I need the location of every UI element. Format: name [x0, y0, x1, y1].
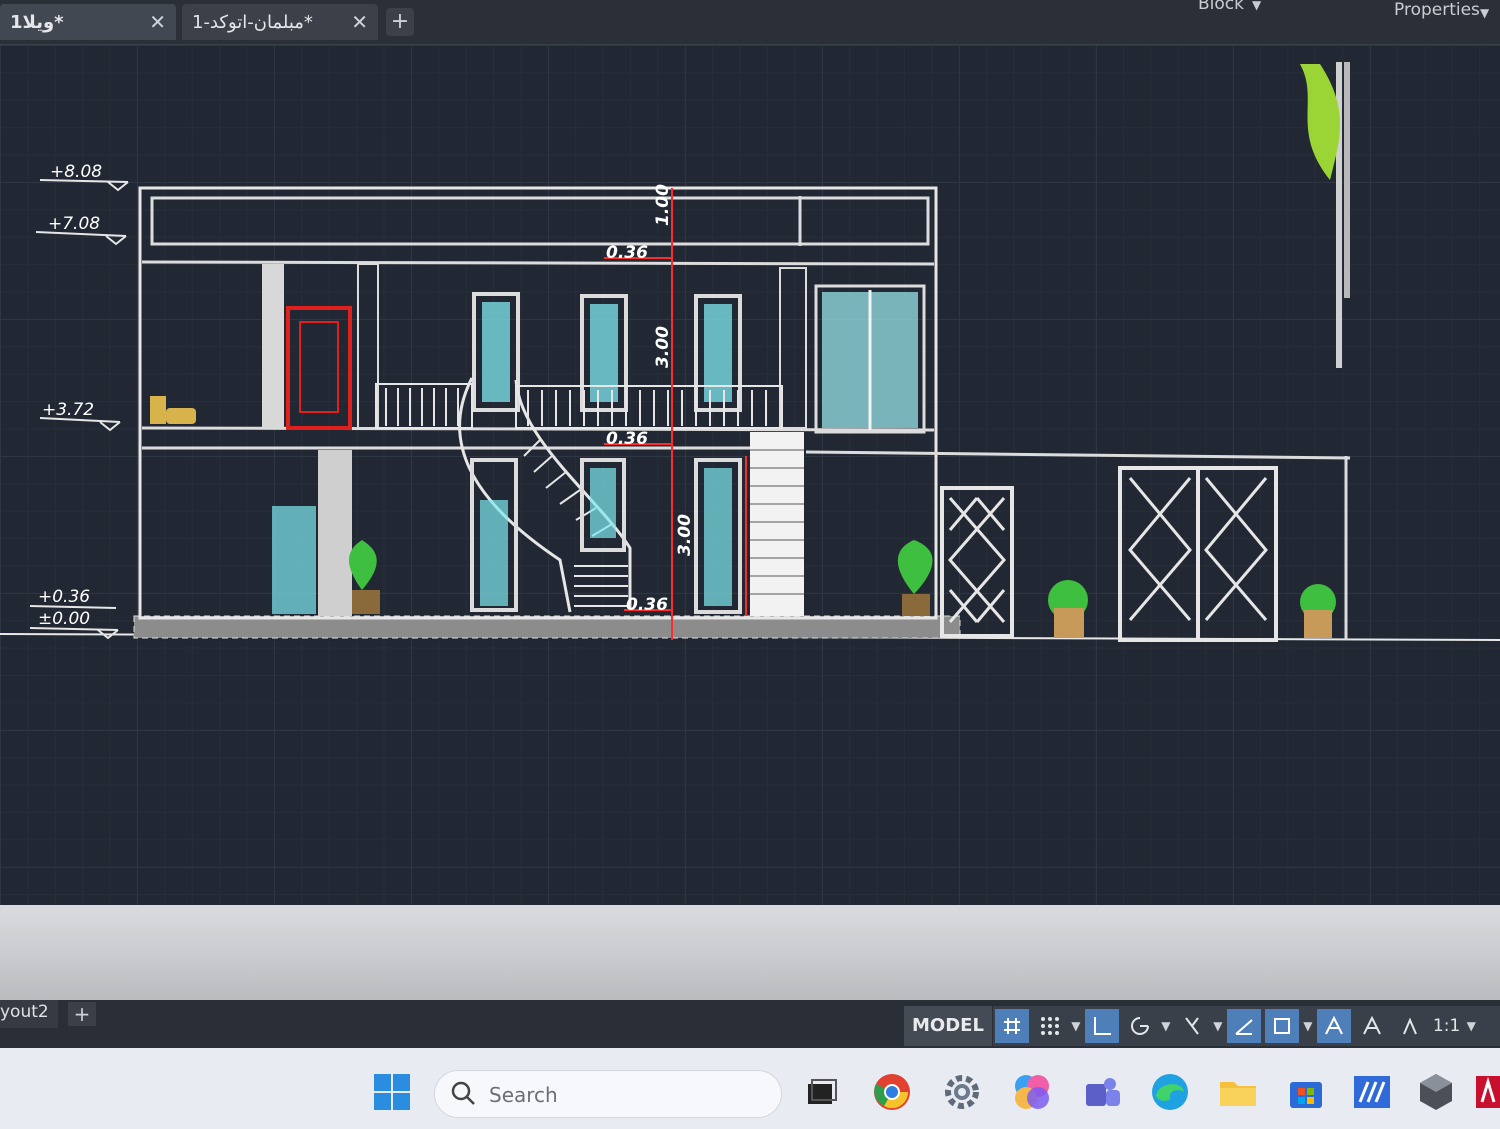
block-label[interactable]: Block: [1198, 0, 1244, 14]
hanging-vine: [1300, 64, 1340, 180]
chevron-down-icon[interactable]: ▼: [1211, 1019, 1225, 1033]
task-view-icon[interactable]: [800, 1070, 844, 1114]
ground-window-glass: [272, 506, 316, 614]
elevation-drawing: 1.00 0.36 3.00 0.36 3.00 0.36 +8.08 +7.0…: [0, 62, 1500, 642]
dimension-label: 1.00: [653, 184, 673, 226]
add-layout-button[interactable]: +: [68, 1002, 96, 1026]
level-marker: +8.08: [39, 162, 129, 192]
isodraft-icon[interactable]: [1175, 1009, 1209, 1043]
auto-scale-icon[interactable]: [1355, 1009, 1389, 1043]
window-glass: [590, 304, 618, 402]
brick-pier: [750, 432, 804, 616]
upper-door: [286, 306, 352, 430]
status-bar: MODEL ▼ ▼ ▼ ▼ 1:1 ▼: [904, 1006, 1500, 1046]
properties-label[interactable]: Properties: [1394, 0, 1480, 20]
autocad-icon[interactable]: [1476, 1070, 1500, 1114]
lattice-pattern: [948, 497, 1006, 623]
level-marker: +3.72: [39, 400, 121, 432]
annotation-scale-value[interactable]: 1:1: [1429, 1016, 1464, 1036]
annotation-scale-icon[interactable]: [1393, 1009, 1427, 1043]
level-label: +7.08: [48, 214, 100, 234]
command-panel: [0, 905, 1500, 1000]
annotation-visibility-icon[interactable]: [1316, 1009, 1351, 1043]
search-input[interactable]: [487, 1079, 751, 1111]
close-icon[interactable]: ✕: [351, 10, 368, 34]
taskbar: [0, 1048, 1500, 1129]
windows-start-icon[interactable]: [370, 1070, 414, 1114]
toilet-bowl: [166, 408, 196, 424]
3d-app-icon[interactable]: [1414, 1070, 1458, 1114]
dimension-label: 0.36: [606, 429, 648, 449]
dimension-label: 0.36: [626, 595, 668, 615]
chevron-down-icon[interactable]: ▼: [1301, 1019, 1315, 1033]
level-label: ±0.00: [38, 609, 90, 629]
level-marker: +7.08: [35, 214, 127, 246]
grid-icon[interactable]: [994, 1009, 1029, 1043]
taskbar-search[interactable]: [434, 1070, 782, 1118]
boundary-wall-top: [805, 450, 1351, 460]
level-label: +3.72: [42, 400, 94, 420]
tab-label: ویلا1*: [10, 11, 64, 33]
microsoft-store-icon[interactable]: [1284, 1070, 1328, 1114]
balusters: [385, 388, 767, 426]
level-label: +8.08: [50, 162, 102, 182]
app-icon[interactable]: [1350, 1070, 1394, 1114]
object-snap-tracking-icon[interactable]: [1226, 1009, 1261, 1043]
dimension-label: 0.36: [606, 243, 648, 263]
edge-icon[interactable]: [1148, 1070, 1192, 1114]
door-panel: [299, 321, 339, 413]
window-glass: [704, 304, 732, 402]
column: [779, 267, 807, 429]
settings-gear-icon[interactable]: [940, 1070, 984, 1114]
model-space-button[interactable]: MODEL: [904, 1006, 993, 1046]
plant: [897, 540, 933, 616]
file-explorer-icon[interactable]: [1216, 1070, 1260, 1114]
pole: [1344, 62, 1350, 298]
level-label: +0.36: [38, 587, 90, 607]
new-tab-button[interactable]: +: [386, 8, 414, 36]
tab-villa1[interactable]: ویلا1* ✕: [0, 4, 176, 40]
window-glass: [590, 468, 616, 538]
polar-tracking-icon[interactable]: [1123, 1009, 1157, 1043]
window-glass: [480, 500, 508, 606]
roof-slab: [141, 260, 935, 266]
chrome-icon[interactable]: [870, 1070, 914, 1114]
column: [262, 264, 284, 428]
drawing-canvas[interactable]: 1.00 0.36 3.00 0.36 3.00 0.36 +8.08 +7.0…: [0, 45, 1500, 905]
search-icon: [449, 1079, 477, 1111]
planter: [1300, 584, 1336, 638]
plant: [348, 540, 380, 614]
toilet-tank: [150, 396, 166, 424]
chevron-down-icon: ▼: [1252, 0, 1262, 12]
tab-label: مبلمان-اتوکد-1*: [192, 11, 313, 33]
teams-icon[interactable]: [1080, 1070, 1124, 1114]
planter: [1048, 580, 1088, 638]
parapet: [150, 196, 930, 246]
tab-furniture-autocad[interactable]: مبلمان-اتوکد-1* ✕: [182, 4, 378, 40]
window-glass: [704, 468, 732, 606]
document-tab-bar: ویلا1* ✕ مبلمان-اتوکد-1* ✕ + Block ▼ Pro…: [0, 0, 1500, 45]
status-row: yout2 + MODEL ▼ ▼ ▼ ▼ 1:1 ▼: [0, 1000, 1500, 1048]
tab-layout2[interactable]: yout2: [0, 1000, 58, 1028]
chevron-down-icon[interactable]: ▼: [1069, 1019, 1083, 1033]
close-icon[interactable]: ✕: [149, 10, 166, 34]
chevron-down-icon: ▼: [1480, 6, 1490, 20]
chevron-down-icon[interactable]: ▼: [1464, 1019, 1478, 1033]
dimension-label: 3.00: [675, 514, 695, 556]
snap-icon[interactable]: [1033, 1009, 1067, 1043]
column: [318, 450, 352, 616]
ortho-icon[interactable]: [1084, 1009, 1119, 1043]
chevron-down-icon[interactable]: ▼: [1159, 1019, 1173, 1033]
dimension-label: 3.00: [653, 326, 673, 368]
window-glass: [482, 302, 510, 402]
copilot-icon[interactable]: [1010, 1070, 1054, 1114]
level-marker: +0.36: [29, 587, 117, 609]
object-snap-icon[interactable]: [1264, 1009, 1299, 1043]
